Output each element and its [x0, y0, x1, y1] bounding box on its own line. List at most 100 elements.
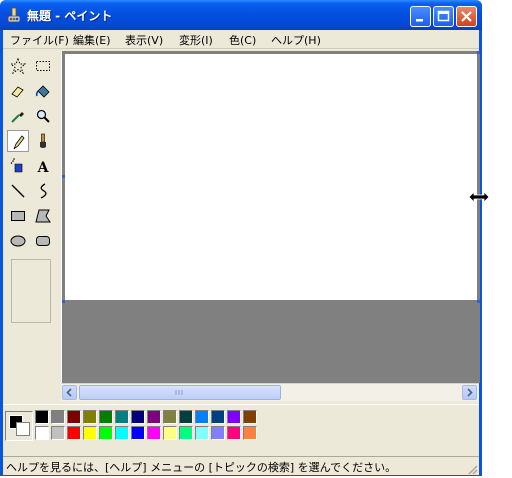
text-a-icon: A [37, 160, 50, 174]
star-select-icon [10, 58, 26, 74]
minimize-button[interactable] [410, 6, 431, 27]
rectangle-tool[interactable] [7, 205, 29, 227]
paint-window: 無題 - ペイント ファイル(F) 編集(E) 表示(V) 変形(I) 色(C)… [0, 0, 482, 476]
line-icon [11, 184, 25, 198]
rounded-rect-icon [36, 236, 50, 246]
scroll-left-button[interactable] [62, 385, 77, 400]
color-swatch[interactable] [51, 426, 65, 440]
paint-bucket-icon [35, 85, 50, 98]
eraser-icon [11, 86, 24, 98]
color-swatch[interactable] [195, 426, 209, 440]
color-swatch[interactable] [35, 426, 49, 440]
color-swatch[interactable] [131, 426, 145, 440]
menu-bar: ファイル(F) 編集(E) 表示(V) 変形(I) 色(C) ヘルプ(H) [3, 30, 479, 49]
resize-grip-icon[interactable] [466, 463, 478, 475]
drawing-canvas[interactable] [65, 54, 477, 300]
color-swatch[interactable] [211, 410, 225, 424]
color-swatch[interactable] [227, 426, 241, 440]
canvas-resize-handle-left-middle [62, 175, 65, 178]
color-swatch[interactable] [195, 410, 209, 424]
color-swatch[interactable] [131, 410, 145, 424]
color-palette [3, 404, 479, 457]
color-swatch[interactable] [83, 410, 97, 424]
resize-cursor-icon [468, 191, 490, 203]
status-bar: ヘルプを見るには、[ヘルプ] メニューの [トピックの検索] を選んでください。 [3, 456, 479, 476]
color-swatch[interactable] [67, 410, 81, 424]
color-swatch[interactable] [99, 410, 113, 424]
color-swatch[interactable] [67, 426, 81, 440]
text-tool-glyph: A [37, 160, 50, 174]
menu-edit[interactable]: 編集(E) [73, 32, 111, 48]
eyedropper-icon [11, 112, 24, 123]
color-swatch[interactable] [115, 426, 129, 440]
rounded-rect-tool[interactable] [32, 230, 54, 252]
toolbox: A [3, 49, 61, 385]
canvas-resize-handle-right-top [477, 51, 480, 54]
ellipse-icon [10, 235, 26, 247]
color-swatch[interactable] [179, 426, 193, 440]
horizontal-scrollbar[interactable] [61, 383, 479, 401]
color-swatch[interactable] [147, 410, 161, 424]
menu-image[interactable]: 変形(I) [179, 32, 213, 48]
paint-app-icon [7, 7, 21, 23]
curve-icon [40, 183, 47, 199]
polygon-tool[interactable] [32, 205, 54, 227]
color-swatch[interactable] [51, 410, 65, 424]
eraser-tool[interactable] [7, 80, 29, 102]
color-swatch[interactable] [243, 426, 257, 440]
minimize-icon [416, 19, 423, 22]
color-swatch[interactable] [35, 410, 49, 424]
pencil-tool[interactable] [7, 130, 29, 152]
current-colors-indicator [5, 411, 33, 441]
window-title: 無題 - ペイント [27, 9, 113, 23]
polygon-icon [35, 209, 51, 223]
text-tool[interactable]: A [32, 155, 54, 177]
maximize-button[interactable] [433, 6, 454, 27]
chevron-right-icon [467, 388, 473, 397]
rect-select-tool[interactable] [32, 55, 54, 77]
curve-tool[interactable] [32, 180, 54, 202]
brush-icon [40, 133, 46, 148]
magnifier-tool[interactable] [32, 105, 54, 127]
pencil-icon [13, 135, 25, 150]
scrollbar-thumb[interactable] [79, 385, 281, 400]
drawing-workspace [61, 51, 480, 383]
airbrush-icon [10, 158, 23, 173]
ellipse-tool[interactable] [7, 230, 29, 252]
color-swatch[interactable] [115, 410, 129, 424]
dashed-rect-icon [36, 61, 50, 71]
color-swatch[interactable] [179, 410, 193, 424]
tool-options-box[interactable] [11, 259, 51, 323]
color-swatch[interactable] [227, 410, 241, 424]
scroll-right-button[interactable] [462, 385, 477, 400]
color-swatch[interactable] [163, 410, 177, 424]
close-icon [461, 11, 472, 22]
airbrush-tool[interactable] [7, 155, 29, 177]
color-swatch[interactable] [163, 426, 177, 440]
menu-view[interactable]: 表示(V) [125, 32, 163, 48]
fill-tool[interactable] [32, 80, 54, 102]
color-swatch[interactable] [83, 426, 97, 440]
rectangle-icon [11, 211, 25, 221]
menu-colors[interactable]: 色(C) [229, 32, 256, 48]
pick-color-tool[interactable] [7, 105, 29, 127]
color-swatch[interactable] [99, 426, 113, 440]
canvas-resize-handle-left-bottom [62, 300, 65, 303]
close-button[interactable] [456, 6, 477, 27]
color-swatch[interactable] [147, 426, 161, 440]
line-tool[interactable] [7, 180, 29, 202]
grip-lines-icon [175, 390, 183, 395]
status-text: ヘルプを見るには、[ヘルプ] メニューの [トピックの検索] を選んでください。 [6, 461, 397, 474]
menu-file[interactable]: ファイル(F) [10, 32, 69, 48]
title-bar[interactable]: 無題 - ペイント [0, 0, 482, 30]
canvas-resize-handle-corner[interactable] [477, 300, 480, 303]
background-color [16, 422, 30, 436]
color-swatch[interactable] [243, 410, 257, 424]
brush-tool[interactable] [32, 130, 54, 152]
chevron-left-icon [66, 388, 72, 397]
client-area: ファイル(F) 編集(E) 表示(V) 変形(I) 色(C) ヘルプ(H) A … [3, 30, 480, 476]
menu-help[interactable]: ヘルプ(H) [271, 32, 321, 48]
color-swatch[interactable] [211, 426, 225, 440]
magnifier-icon [36, 109, 50, 123]
free-form-select-tool[interactable] [7, 55, 29, 77]
